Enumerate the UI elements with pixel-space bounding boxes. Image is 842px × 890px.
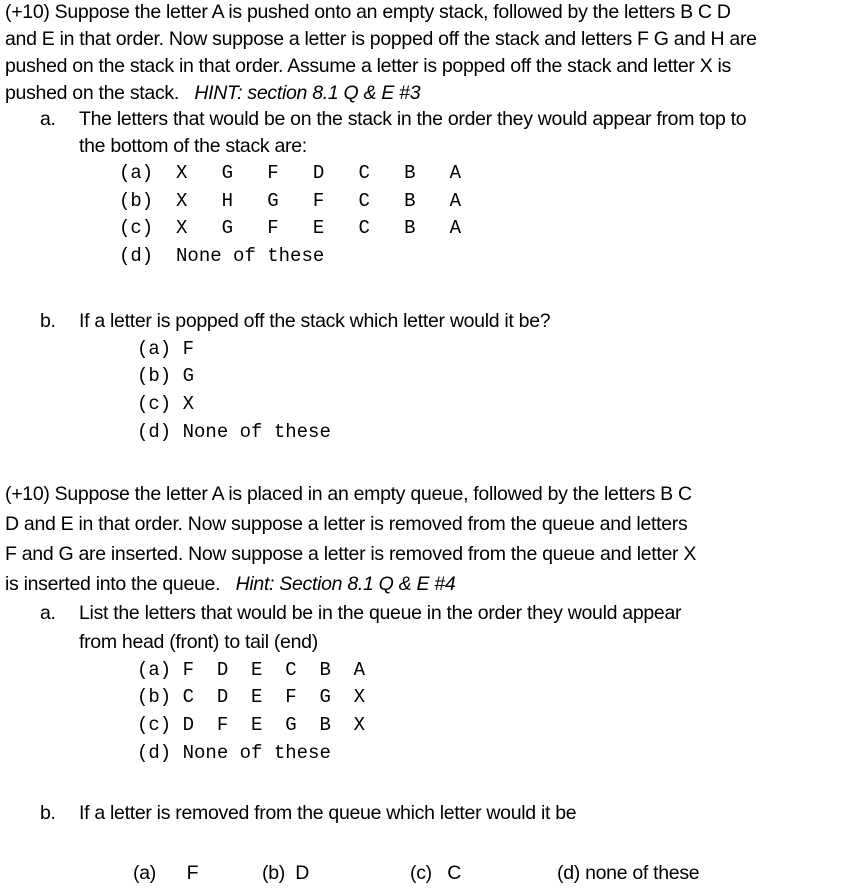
- q2b-option[interactable]: (d) none of these: [557, 860, 700, 887]
- q1a-option[interactable]: (c) X G F E C B A: [119, 215, 461, 243]
- q1b-option[interactable]: (b) G: [137, 363, 194, 391]
- q2a-option[interactable]: (c) D F E G B X: [137, 712, 365, 740]
- option-text: F: [182, 338, 195, 360]
- option-label: (d): [137, 421, 172, 443]
- q2a-option[interactable]: (d) None of these: [137, 740, 331, 768]
- q1b-option[interactable]: (d) None of these: [137, 419, 331, 447]
- option-text: F D E C B A: [182, 659, 366, 681]
- q2a-line-2: from head (front) to tail (end): [79, 631, 318, 653]
- q2-line-1: (+10) Suppose the letter A is placed in …: [5, 483, 692, 505]
- q1a-line-2: the bottom of the stack are:: [79, 135, 307, 157]
- option-text: D F E G B X: [182, 714, 366, 736]
- q2-hint: Hint: Section 8.1 Q & E #4: [235, 573, 456, 595]
- option-label: (b): [137, 686, 172, 708]
- q2b-text: If a letter is removed from the queue wh…: [79, 802, 577, 824]
- option-label: (b): [262, 862, 285, 884]
- option-label: (d): [119, 245, 154, 267]
- q1b-text: If a letter is popped off the stack whic…: [79, 310, 551, 332]
- q1-hint: HINT: section 8.1 Q & E #3: [194, 82, 421, 104]
- option-text: G: [182, 365, 195, 387]
- q1-line-3: pushed on the stack in that order. Assum…: [5, 55, 732, 77]
- option-label: (d): [137, 742, 172, 764]
- option-label: (c): [137, 714, 172, 736]
- option-label: (c): [137, 393, 172, 415]
- option-label: (c): [119, 217, 154, 239]
- q2-line-2: D and E in that order. Now suppose a let…: [5, 513, 688, 535]
- option-label: (b): [137, 365, 172, 387]
- option-text: X H G F C B A: [176, 190, 462, 212]
- q1a-label: a.: [40, 108, 56, 130]
- option-text: None of these: [182, 421, 331, 443]
- option-label: (c): [410, 862, 432, 884]
- option-text: None of these: [182, 742, 331, 764]
- q2b-label: b.: [40, 802, 56, 824]
- q1a-line-1: The letters that would be on the stack i…: [79, 108, 747, 130]
- option-text: F: [186, 862, 199, 884]
- q1b-label: b.: [40, 310, 56, 332]
- option-text: C D E F G X: [182, 686, 366, 708]
- q2a-line-1: List the letters that would be in the qu…: [79, 602, 682, 624]
- q1a-option[interactable]: (d) None of these: [119, 243, 324, 271]
- q1a-option[interactable]: (b) X H G F C B A: [119, 188, 461, 216]
- option-text: X: [182, 393, 195, 415]
- q2b-option[interactable]: (b) D: [262, 860, 309, 887]
- q1b-option[interactable]: (a) F: [137, 336, 194, 364]
- option-text: none of these: [585, 862, 700, 884]
- option-label: (d): [557, 862, 580, 884]
- option-text: None of these: [176, 245, 325, 267]
- q1-line-1: (+10) Suppose the letter A is pushed ont…: [5, 1, 731, 23]
- q2a-option[interactable]: (a) F D E C B A: [137, 657, 365, 685]
- option-label: (a): [133, 862, 156, 884]
- q2a-label: a.: [40, 602, 56, 624]
- q1a-option[interactable]: (a) X G F D C B A: [119, 160, 461, 188]
- q2-line-3: F and G are inserted. Now suppose a lett…: [5, 543, 697, 565]
- option-text: X G F D C B A: [176, 162, 462, 184]
- option-label: (b): [119, 190, 154, 212]
- q1-last-line: pushed on the stack.: [5, 82, 179, 104]
- q1-line-4: pushed on the stack. HINT: section 8.1 Q…: [5, 80, 421, 108]
- option-text: X G F E C B A: [176, 217, 462, 239]
- option-text: C: [447, 862, 461, 884]
- option-label: (a): [137, 659, 172, 681]
- option-label: (a): [137, 338, 172, 360]
- q2b-option[interactable]: (c) C: [410, 860, 461, 887]
- q1b-option[interactable]: (c) X: [137, 391, 194, 419]
- q2-line-4: is inserted into the queue. Hint: Sectio…: [5, 569, 456, 599]
- option-text: D: [295, 862, 309, 884]
- option-label: (a): [119, 162, 154, 184]
- q2-last-line: is inserted into the queue.: [5, 573, 221, 595]
- q1-line-2: and E in that order. Now suppose a lette…: [5, 28, 757, 50]
- q2b-option[interactable]: (a) F: [133, 860, 199, 887]
- q2a-option[interactable]: (b) C D E F G X: [137, 684, 365, 712]
